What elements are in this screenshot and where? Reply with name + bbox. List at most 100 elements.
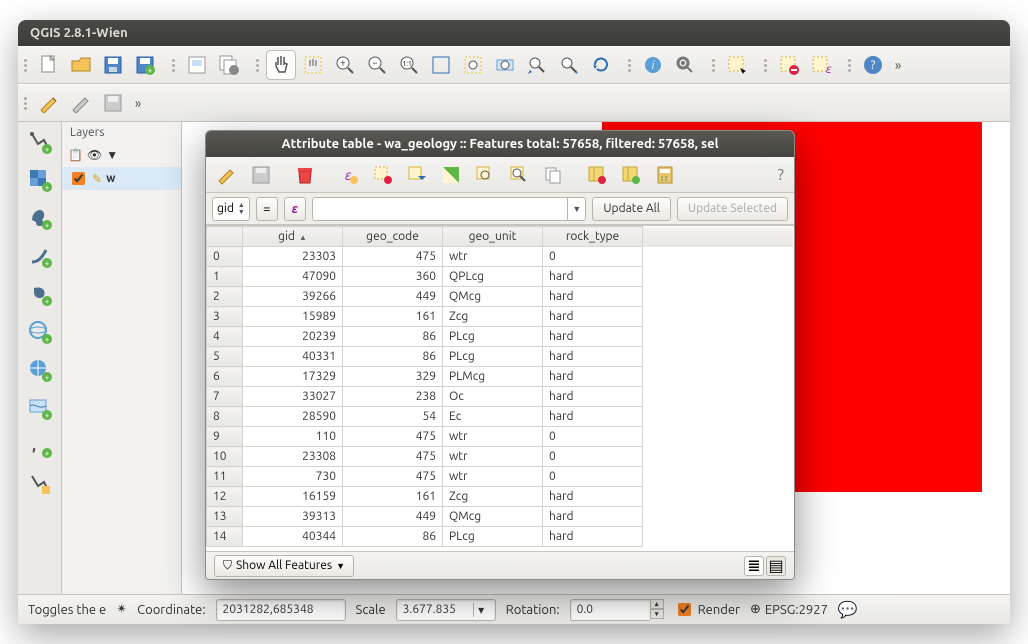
rotation-input[interactable]: 0.0 ▴▾ (570, 599, 664, 621)
zoom-last-button[interactable] (522, 50, 552, 80)
window-titlebar[interactable]: QGIS 2.8.1-Wien (18, 20, 1010, 46)
help-button[interactable]: ? (778, 166, 784, 184)
help-button[interactable]: ? (858, 50, 888, 80)
toggle-editing-button[interactable] (212, 160, 242, 190)
cell-gid[interactable]: 16159 (243, 487, 343, 507)
new-project-button[interactable] (34, 50, 64, 80)
add-postgis-button[interactable]: + (26, 204, 54, 232)
add-vector-button[interactable]: + (26, 128, 54, 156)
cell-gid[interactable]: 40344 (243, 527, 343, 547)
row-header[interactable]: 7 (207, 387, 243, 407)
messages-icon[interactable]: 💬 (838, 600, 858, 619)
column-header[interactable]: gid▲ (243, 227, 343, 247)
cell-geo-unit[interactable]: wtr (443, 467, 543, 487)
visibility-icon[interactable]: 👁 (87, 148, 102, 162)
cell-geo-unit[interactable]: QMcg (443, 507, 543, 527)
layer-visibility-checkbox[interactable] (72, 172, 85, 185)
table-row[interactable]: 144034486PLcghard (207, 527, 794, 547)
zoom-native-button[interactable]: 1:1 (394, 50, 424, 80)
new-shapefile-button[interactable] (26, 470, 54, 498)
zoom-next-button[interactable] (554, 50, 584, 80)
cell-rock-type[interactable]: hard (543, 527, 643, 547)
zoom-to-selected-button[interactable] (504, 160, 534, 190)
cell-geo-unit[interactable]: Oc (443, 387, 543, 407)
table-row[interactable]: 82859054Echard (207, 407, 794, 427)
row-header[interactable]: 14 (207, 527, 243, 547)
cell-gid[interactable]: 20239 (243, 327, 343, 347)
expression-builder-button[interactable]: ε (284, 197, 306, 221)
cell-gid[interactable]: 33027 (243, 387, 343, 407)
toolbar-overflow-button[interactable]: » (130, 88, 146, 118)
cell-rock-type[interactable]: 0 (543, 247, 643, 267)
delete-selected-button[interactable] (290, 160, 320, 190)
row-header[interactable]: 1 (207, 267, 243, 287)
row-header[interactable]: 13 (207, 507, 243, 527)
deselect-button[interactable] (774, 50, 804, 80)
cell-geo-unit[interactable]: wtr (443, 247, 543, 267)
table-row[interactable]: 147090360QPLcghard (207, 267, 794, 287)
save-as-button[interactable]: + (130, 50, 160, 80)
zoom-in-button[interactable]: + (330, 50, 360, 80)
add-group-icon[interactable]: 📋 (68, 148, 83, 162)
update-all-button[interactable]: Update All (592, 197, 671, 221)
cell-geo-code[interactable]: 86 (343, 527, 443, 547)
cell-rock-type[interactable]: hard (543, 307, 643, 327)
toggle-extents-icon[interactable]: ✴ (116, 602, 127, 617)
cell-gid[interactable]: 23303 (243, 247, 343, 267)
table-row[interactable]: 54033186PLcghard (207, 347, 794, 367)
select-expression-button[interactable]: ε (806, 50, 836, 80)
cell-rock-type[interactable]: 0 (543, 427, 643, 447)
expression-input-combo[interactable]: ▼ (312, 197, 587, 221)
cell-geo-code[interactable]: 161 (343, 487, 443, 507)
save-edits-button[interactable] (246, 160, 276, 190)
cell-rock-type[interactable]: hard (543, 327, 643, 347)
cell-geo-code[interactable]: 449 (343, 287, 443, 307)
toggle-editing-button[interactable] (66, 88, 96, 118)
cell-geo-code[interactable]: 161 (343, 307, 443, 327)
table-row[interactable]: 1023308475wtr0 (207, 447, 794, 467)
cell-geo-unit[interactable]: QMcg (443, 287, 543, 307)
cell-geo-unit[interactable]: wtr (443, 427, 543, 447)
add-mssql-button[interactable]: + (26, 280, 54, 308)
coordinate-input[interactable]: 2031282,685348 (216, 599, 346, 621)
cell-rock-type[interactable]: hard (543, 487, 643, 507)
save-edits-button[interactable] (98, 88, 128, 118)
cell-gid[interactable]: 730 (243, 467, 343, 487)
row-header[interactable]: 10 (207, 447, 243, 467)
pan-button[interactable] (266, 50, 296, 80)
new-column-button[interactable] (616, 160, 646, 190)
table-row[interactable]: 733027238Ochard (207, 387, 794, 407)
cell-gid[interactable]: 23308 (243, 447, 343, 467)
layer-item[interactable]: ✎ w (62, 167, 181, 190)
cell-geo-code[interactable]: 475 (343, 247, 443, 267)
add-spatialite-button[interactable]: + (26, 242, 54, 270)
action-run-button[interactable] (670, 50, 700, 80)
zoom-out-button[interactable]: − (362, 50, 392, 80)
current-edits-button[interactable] (34, 88, 64, 118)
deselect-all-button[interactable] (368, 160, 398, 190)
table-row[interactable]: 42023986PLcghard (207, 327, 794, 347)
copy-selected-button[interactable] (538, 160, 568, 190)
pan-to-selected-button[interactable] (470, 160, 500, 190)
cell-geo-unit[interactable]: wtr (443, 447, 543, 467)
toolbar-handle[interactable] (172, 59, 178, 72)
row-header[interactable]: 0 (207, 247, 243, 267)
cell-rock-type[interactable]: hard (543, 367, 643, 387)
cell-geo-code[interactable]: 54 (343, 407, 443, 427)
cell-geo-unit[interactable]: PLMcg (443, 367, 543, 387)
row-header[interactable]: 2 (207, 287, 243, 307)
column-header[interactable]: rock_type (543, 227, 643, 247)
column-header[interactable]: geo_unit (443, 227, 543, 247)
cell-geo-code[interactable]: 238 (343, 387, 443, 407)
column-header[interactable]: geo_code (343, 227, 443, 247)
select-by-expression-button[interactable]: ε (334, 160, 364, 190)
cell-gid[interactable]: 15989 (243, 307, 343, 327)
row-header[interactable]: 9 (207, 427, 243, 447)
attribute-table[interactable]: gid▲ geo_code geo_unit rock_type 0233034… (206, 225, 794, 551)
zoom-to-selection-button[interactable] (458, 50, 488, 80)
field-calculator-button[interactable] (650, 160, 680, 190)
expression-dropdown[interactable]: ▼ (567, 198, 585, 220)
zoom-full-button[interactable] (426, 50, 456, 80)
cell-geo-unit[interactable]: PLcg (443, 327, 543, 347)
select-rect-button[interactable] (722, 50, 752, 80)
